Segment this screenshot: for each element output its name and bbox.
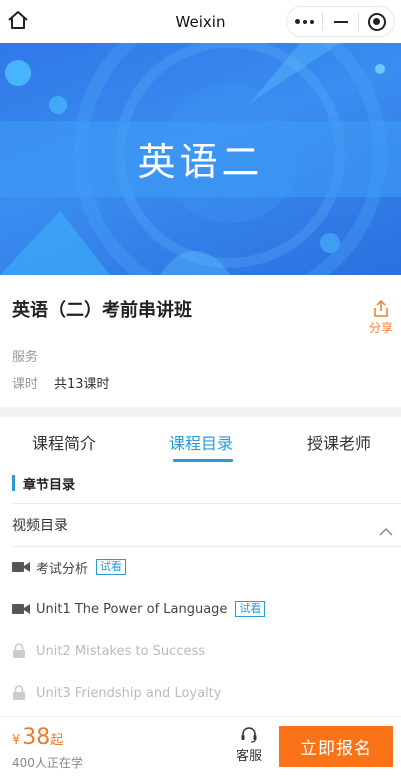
title-bar: Weixin	[0, 0, 401, 43]
service-row: 服务	[12, 346, 38, 365]
tab-active-indicator	[173, 459, 233, 462]
tab-catalog[interactable]: 课程目录	[169, 430, 233, 454]
tab-teacher[interactable]: 授课老师	[307, 430, 371, 454]
customer-service-button[interactable]: 客服	[232, 727, 266, 764]
share-icon	[374, 300, 388, 317]
lesson-item[interactable]: Unit1 The Power of Language 试看	[12, 599, 266, 619]
video-directory-label[interactable]: 视频目录	[12, 515, 68, 535]
lesson-name: 考试分析	[36, 561, 89, 577]
banner-title: 英语二	[137, 140, 264, 184]
window-title: Weixin	[175, 12, 226, 31]
learner-count: 400人正在学	[12, 756, 83, 770]
lesson-item-locked[interactable]: Unit2 Mistakes to Success	[12, 641, 205, 661]
share-label: 分享	[368, 321, 393, 335]
lock-icon	[12, 685, 30, 700]
trial-badge[interactable]: 试看	[96, 559, 127, 575]
hours-label: 课时	[12, 377, 39, 392]
service-label: 服务	[12, 350, 39, 365]
hours-row: 课时 共13课时	[12, 373, 110, 392]
share-button[interactable]: 分享	[366, 300, 396, 336]
course-banner: 英语二	[0, 43, 401, 275]
headset-icon	[241, 727, 257, 743]
more-icon[interactable]	[287, 7, 322, 36]
video-camera-icon	[12, 602, 30, 616]
service-label: 客服	[235, 749, 262, 764]
divider	[12, 546, 401, 547]
tab-intro[interactable]: 课程简介	[32, 430, 96, 454]
bottom-bar: ¥ 38 起 400人正在学 客服 立即报名	[0, 716, 401, 776]
section-title: 章节目录	[23, 477, 76, 493]
lesson-name: Unit3 Friendship and Loyalty	[36, 685, 222, 701]
lock-icon	[12, 643, 30, 658]
minimize-icon[interactable]	[323, 7, 358, 36]
lesson-item-locked[interactable]: Unit3 Friendship and Loyalty	[12, 683, 221, 703]
video-camera-icon	[12, 560, 30, 574]
currency-symbol: ¥	[12, 733, 21, 748]
lesson-name: Unit1 The Power of Language	[36, 601, 228, 617]
course-title: 英语（二）考前串讲班	[12, 300, 192, 321]
lesson-item[interactable]: 考试分析 试看	[12, 557, 127, 577]
enroll-button[interactable]: 立即报名	[279, 726, 393, 767]
home-icon[interactable]	[7, 9, 29, 31]
price-value: 38	[22, 725, 51, 750]
section-header: 章节目录	[12, 474, 76, 493]
section-accent-bar	[12, 475, 15, 491]
divider	[12, 503, 401, 504]
chevron-up-icon[interactable]	[379, 521, 393, 540]
price: ¥ 38 起	[12, 725, 63, 750]
tab-bar: 课程简介 课程目录 授课老师	[0, 417, 401, 465]
price-suffix: 起	[50, 733, 64, 748]
hours-value: 共13课时	[54, 377, 110, 392]
lesson-name: Unit2 Mistakes to Success	[36, 643, 206, 659]
divider-band	[0, 407, 401, 417]
close-icon[interactable]	[359, 7, 394, 36]
menu-capsule	[286, 6, 395, 37]
trial-badge[interactable]: 试看	[235, 601, 266, 617]
